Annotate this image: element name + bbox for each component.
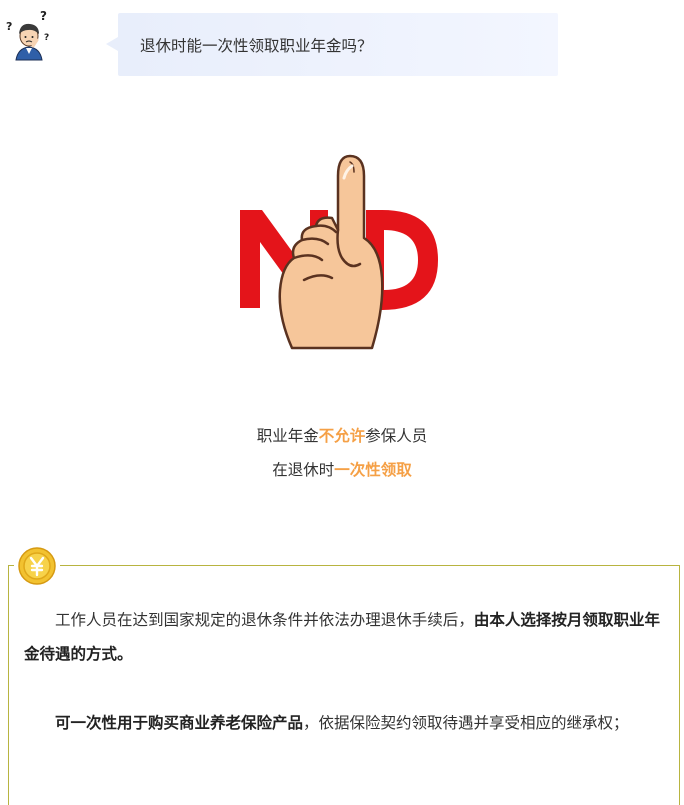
- card-paragraph-1: 工作人员在达到国家规定的退休条件并依法办理退休手续后，由本人选择按月领取职业年金…: [24, 603, 660, 671]
- caption-line-1: 职业年金不允许参保人员: [0, 424, 684, 446]
- caption-text: 参保人员: [365, 427, 428, 445]
- svg-text:?: ?: [40, 10, 47, 23]
- card-paragraph-2: 可一次性用于购买商业养老保险产品，依据保险契约领取待遇并享受相应的继承权；: [24, 706, 660, 740]
- svg-text:?: ?: [6, 20, 12, 33]
- caption-text: 在退休时: [272, 461, 335, 479]
- confused-avatar-icon: ? ? ?: [6, 10, 49, 61]
- question-text: 退休时能一次性领取职业年金吗？: [140, 36, 373, 55]
- yuan-coin-icon: [18, 547, 56, 585]
- caption-highlight: 不允许: [318, 427, 366, 445]
- caption-text: 职业年金: [256, 427, 319, 445]
- hand-icon: [278, 154, 384, 350]
- caption-line-2: 在退休时一次性领取: [0, 458, 684, 480]
- no-hand-illustration: [240, 154, 438, 350]
- question-bubble: 退休时能一次性领取职业年金吗？: [106, 13, 558, 76]
- svg-text:?: ?: [44, 33, 49, 43]
- paragraph-text: 工作人员在达到国家规定的退休条件并依法办理退休手续后，: [55, 611, 474, 629]
- paragraph-text: ，依据保险契约领取待遇并享受相应的继承权；: [303, 714, 629, 732]
- info-card: [8, 565, 680, 805]
- paragraph-bold-text: 可一次性用于购买商业养老保险产品: [55, 714, 304, 732]
- caption-highlight: 一次性领取: [334, 461, 412, 479]
